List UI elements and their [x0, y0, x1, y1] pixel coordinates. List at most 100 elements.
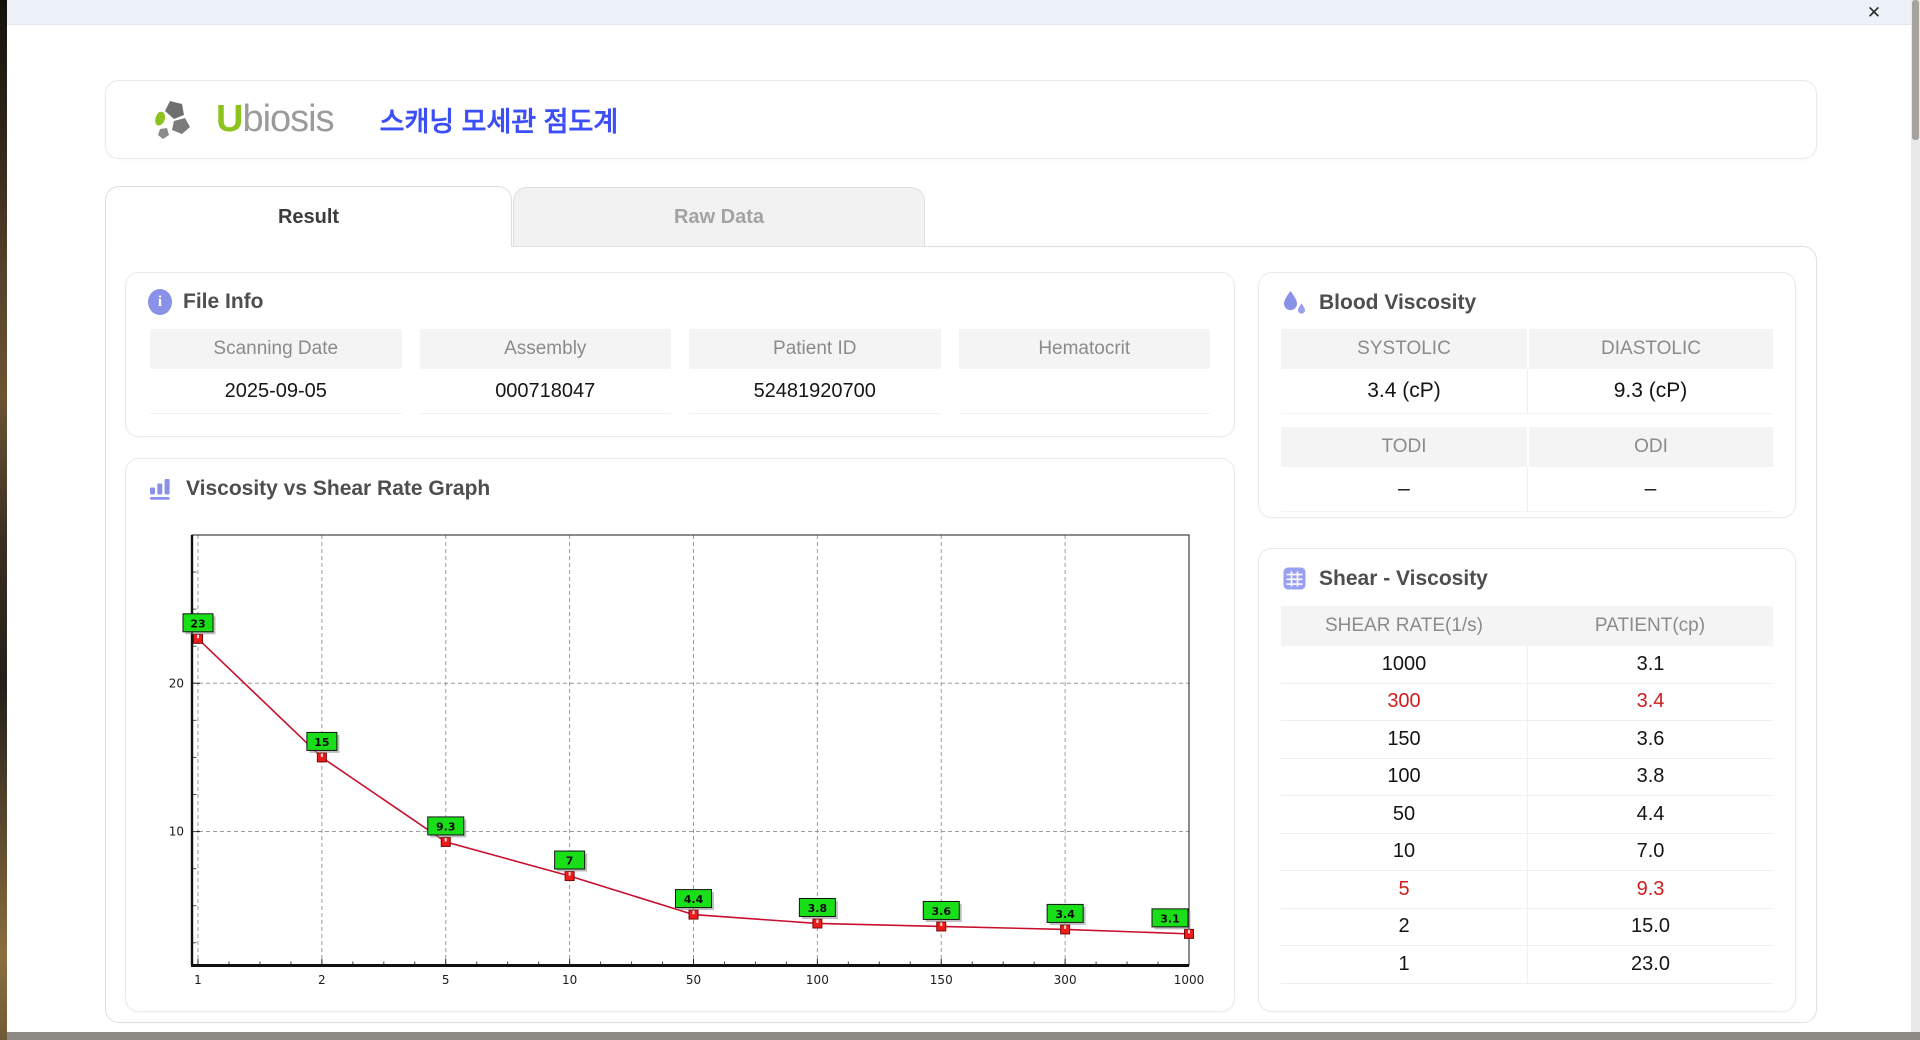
bv-group: TODI ODI – – — [1281, 427, 1773, 512]
page-title-korean: 스캐닝 모세관 점도계 — [379, 107, 619, 137]
field-label: Scanning Date — [150, 329, 402, 369]
field-label: Patient ID — [689, 329, 941, 369]
data-point-label: 3.6 — [932, 905, 952, 918]
shear-viscosity-card: Shear - Viscosity SHEAR RATE(1/s) PATIEN… — [1258, 548, 1796, 1012]
bv-value-cell: 3.4 (cP) — [1281, 369, 1527, 414]
x-tick-label: 5 — [442, 973, 450, 987]
cell-patient: 3.6 — [1527, 721, 1773, 758]
bv-header-cell: SYSTOLIC — [1281, 329, 1527, 369]
cell-patient: 4.4 — [1527, 796, 1773, 833]
scrollbar[interactable] — [1911, 0, 1920, 1032]
file-info-field: Assembly 000718047 — [419, 329, 671, 414]
cell-shear-rate: 1000 — [1381, 652, 1427, 675]
data-point-label: 7 — [566, 855, 574, 868]
col-header-shear-rate: SHEAR RATE(1/s) — [1324, 615, 1483, 636]
cell-shear-rate: 2 — [1398, 915, 1410, 938]
blood-viscosity-groups: SYSTOLIC DIASTOLIC 3.4 (cP) 9.3 (cP) TODI ODI… — [1281, 329, 1773, 512]
scrollbar-thumb[interactable] — [1912, 0, 1919, 140]
table-row: 1000 3.1 — [1281, 646, 1773, 684]
x-tick-label: 150 — [930, 973, 953, 987]
file-info-field: Scanning Date 2025-09-05 — [150, 329, 402, 414]
field-value: 000718047 — [419, 369, 671, 414]
blood-drops-icon — [1284, 291, 1305, 314]
info-icon: i — [148, 289, 172, 315]
cell-patient: 3.1 — [1527, 646, 1773, 683]
x-tick-label: 10 — [562, 973, 577, 987]
bar-chart-icon — [150, 479, 170, 500]
tab-result[interactable]: Result — [105, 186, 512, 247]
desktop-edge — [0, 0, 7, 1040]
close-icon[interactable]: ✕ — [1862, 1, 1886, 25]
window-titlebar — [7, 0, 1920, 25]
x-tick-label: 1000 — [1174, 973, 1205, 987]
x-tick-label: 100 — [806, 973, 829, 987]
bv-value-cell: – — [1281, 467, 1527, 512]
tab-raw-data[interactable]: Raw Data — [513, 187, 925, 246]
cell-shear-rate: 150 — [1387, 727, 1421, 750]
bv-group: SYSTOLIC DIASTOLIC 3.4 (cP) 9.3 (cP) — [1281, 329, 1773, 414]
table-row: 50 4.4 — [1281, 796, 1773, 834]
cell-patient: 15.0 — [1527, 908, 1773, 945]
table-row: 10 7.0 — [1281, 833, 1773, 871]
brand-u: U — [216, 98, 243, 140]
table-row: 1 23.0 — [1281, 946, 1773, 984]
bv-header-cell: DIASTOLIC — [1527, 329, 1773, 369]
table-row: 150 3.6 — [1281, 721, 1773, 759]
graph-title: Viscosity vs Shear Rate Graph — [186, 476, 491, 500]
cell-patient: 3.8 — [1527, 758, 1773, 795]
field-value: 2025-09-05 — [150, 369, 402, 414]
brand-rest: biosis — [242, 98, 334, 140]
cell-shear-rate: 5 — [1398, 877, 1410, 900]
file-info-field: Patient ID 52481920700 — [689, 329, 941, 414]
cell-shear-rate: 1 — [1398, 952, 1410, 975]
cell-shear-rate: 50 — [1392, 802, 1416, 825]
table-icon — [1283, 567, 1306, 590]
app-header: Ubiosis 스캐닝 모세관 점도계 — [105, 80, 1817, 159]
field-label: Hematocrit — [958, 329, 1210, 369]
bv-value-cell: 9.3 (cP) — [1527, 369, 1773, 414]
data-point-label: 9.3 — [436, 820, 456, 833]
shear-viscosity-table: SHEAR RATE(1/s) PATIENT(cp) 1000 3.1 300 3.… — [1281, 606, 1773, 984]
bv-value-cell: – — [1527, 467, 1773, 512]
ubiosis-logo-icon — [155, 100, 190, 139]
table-row: 2 15.0 — [1281, 908, 1773, 946]
blood-viscosity-card: Blood Viscosity SYSTOLIC DIASTOLIC 3.4 (cP… — [1258, 272, 1796, 518]
data-point-label: 4.4 — [684, 893, 704, 906]
x-tick-label: 2 — [318, 973, 326, 987]
data-point-label: 3.1 — [1160, 912, 1180, 925]
file-info-fields: Scanning Date 2025-09-05 Assembly 000718047… — [150, 329, 1210, 414]
x-tick-label: 300 — [1054, 973, 1077, 987]
graph-card: Viscosity vs Shear Rate Graph 1 2 5 10 50 100… — [125, 458, 1235, 1012]
cell-patient: 3.4 — [1527, 683, 1773, 720]
data-point-label: 15 — [314, 736, 329, 749]
cell-patient: 7.0 — [1527, 833, 1773, 870]
desktop-edge-bottom — [7, 1032, 1920, 1040]
table-row: 300 3.4 — [1281, 683, 1773, 721]
brand-name: Ubiosis — [216, 98, 335, 141]
cell-shear-rate: 300 — [1387, 690, 1421, 713]
table-row: 5 9.3 — [1281, 871, 1773, 909]
shear-viscosity-title: Shear - Viscosity — [1319, 566, 1488, 590]
table-header-row: SHEAR RATE(1/s) PATIENT(cp) — [1281, 606, 1773, 646]
col-header-patient: PATIENT(cp) — [1594, 615, 1706, 636]
table-row: 100 3.8 — [1281, 758, 1773, 796]
data-point-label: 23 — [190, 617, 205, 630]
data-point-label: 3.4 — [1055, 908, 1075, 921]
x-tick-label: 50 — [686, 973, 701, 987]
cell-shear-rate: 10 — [1392, 840, 1416, 863]
viscosity-chart: 1 2 5 10 50 100 150 300 1000 10 20 23 15 9.3 7 4.4 3.8 3.… — [169, 534, 1205, 987]
data-point-label: 3.8 — [808, 902, 828, 915]
field-value — [958, 369, 1210, 414]
cell-patient: 9.3 — [1527, 871, 1773, 908]
y-tick-label: 10 — [169, 825, 184, 839]
field-value: 52481920700 — [689, 369, 941, 414]
cell-patient: 23.0 — [1527, 946, 1773, 983]
x-tick-label: 1 — [194, 973, 202, 987]
file-info-title: File Info — [183, 290, 264, 313]
file-info-field: Hematocrit — [958, 329, 1210, 414]
y-tick-label: 20 — [169, 676, 184, 690]
bv-header-cell: TODI — [1281, 427, 1527, 467]
file-info-card: i File Info Scanning Date 2025-09-05 Assem… — [125, 272, 1235, 437]
cell-shear-rate: 100 — [1387, 765, 1421, 788]
blood-viscosity-title: Blood Viscosity — [1319, 290, 1477, 314]
